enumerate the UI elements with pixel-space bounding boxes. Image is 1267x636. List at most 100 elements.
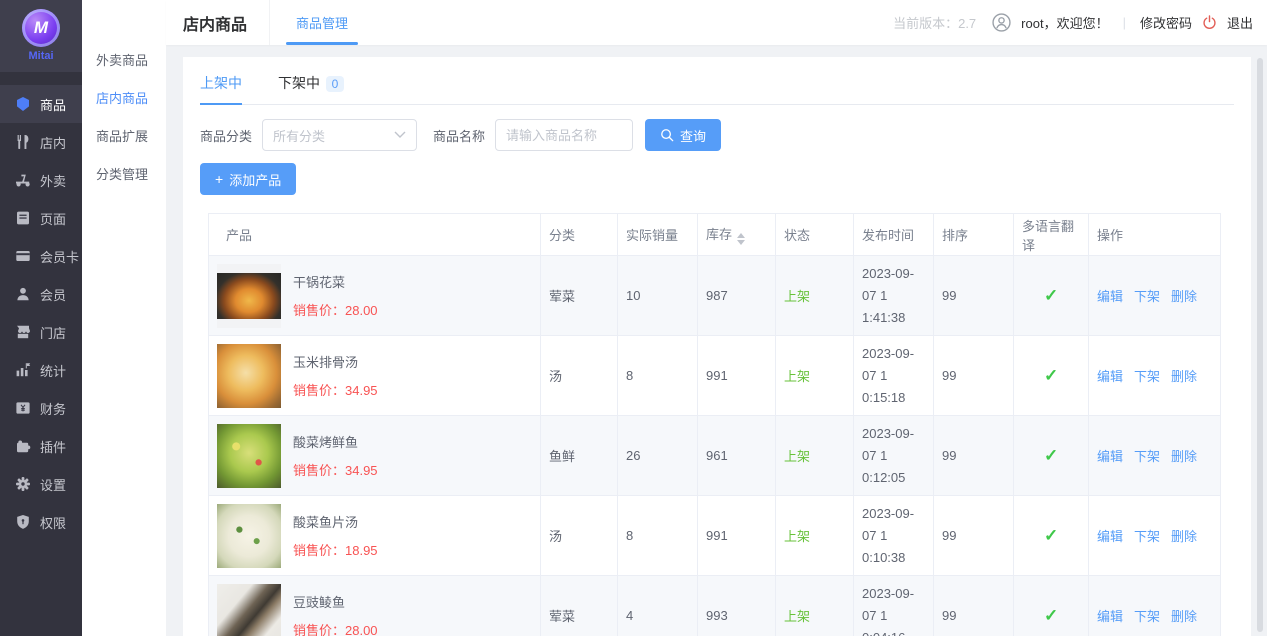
- chart-icon: [16, 363, 31, 377]
- primary-sidebar: M Mitai 商品 店内 外卖 页面 会员卡 会员 门店 统计 财务 插件 设…: [0, 0, 82, 636]
- cell-sort: 99: [933, 335, 1014, 416]
- sort-caret-icon[interactable]: [737, 233, 746, 245]
- cell-sort: 99: [933, 415, 1014, 496]
- take-down-link[interactable]: 下架: [1134, 369, 1160, 384]
- scooter-icon: [16, 174, 30, 187]
- sidebar-item-settings[interactable]: 设置: [0, 465, 82, 503]
- status-badge: 上架: [784, 529, 811, 544]
- sidebar-item-statistics[interactable]: 统计: [0, 351, 82, 389]
- product-name: 玉米排骨汤: [293, 355, 359, 370]
- edit-link[interactable]: 编辑: [1097, 449, 1123, 464]
- gear-icon: [16, 477, 30, 491]
- subnav-label: 商品扩展: [96, 128, 149, 144]
- sidebar-item-plugins[interactable]: 插件: [0, 427, 82, 465]
- vertical-scrollbar[interactable]: [1257, 58, 1263, 632]
- status-badge: 上架: [784, 369, 811, 384]
- edit-link[interactable]: 编辑: [1097, 369, 1123, 384]
- member-icon: [17, 287, 29, 301]
- product-name-input[interactable]: [495, 119, 634, 151]
- sidebar-item-products[interactable]: 商品: [0, 85, 82, 123]
- primary-menu: 商品 店内 外卖 页面 会员卡 会员 门店 统计 财务 插件 设置 权限: [0, 85, 82, 541]
- product-image: [217, 503, 281, 568]
- product-name: 干锅花菜: [293, 275, 346, 290]
- col-stock[interactable]: 库存: [697, 213, 776, 256]
- sidebar-item-label: 会员卡: [40, 249, 80, 265]
- tab-off-shelf[interactable]: 下架中 0: [278, 73, 344, 104]
- add-product-label: 添加产品: [229, 172, 282, 188]
- cell-sales: 4: [617, 575, 698, 636]
- table-row: 酸菜鱼片汤 销售价：18.95 汤 8 991 上架 2023-09-07 10…: [208, 495, 1221, 576]
- search-button[interactable]: 查询: [645, 119, 722, 151]
- delete-link[interactable]: 删除: [1171, 609, 1197, 624]
- logout-link[interactable]: 退出: [1227, 13, 1253, 32]
- sidebar-item-takeout[interactable]: 外卖: [0, 161, 82, 199]
- edit-link[interactable]: 编辑: [1097, 609, 1123, 624]
- take-down-link[interactable]: 下架: [1134, 449, 1160, 464]
- header-divider: |: [1122, 15, 1126, 30]
- delete-link[interactable]: 删除: [1171, 449, 1197, 464]
- sidebar-item-instore[interactable]: 店内: [0, 123, 82, 161]
- take-down-link[interactable]: 下架: [1134, 609, 1160, 624]
- subnav-takeout-products[interactable]: 外卖商品: [82, 40, 166, 78]
- sidebar-item-membercard[interactable]: 会员卡: [0, 237, 82, 275]
- cell-category: 汤: [540, 335, 618, 416]
- content-card: 上架中 下架中 0 商品分类 所有分类 商品名称 请输入商品名称 查询 + 添加…: [183, 57, 1251, 636]
- product-name: 酸菜烤鲜鱼: [293, 435, 359, 450]
- cell-stock: 993: [697, 575, 776, 636]
- subnav-instore-products[interactable]: 店内商品: [82, 78, 166, 116]
- col-translation: 多语言翻译: [1013, 213, 1089, 256]
- subnav-label: 店内商品: [96, 90, 149, 106]
- subnav-category-management[interactable]: 分类管理: [82, 154, 166, 192]
- product-price: 销售价：18.95: [293, 543, 378, 558]
- translated-check-icon: ✓: [1044, 605, 1059, 625]
- tab-product-management[interactable]: 商品管理: [286, 0, 359, 45]
- product-image: [217, 583, 281, 636]
- shield-icon: [17, 515, 29, 529]
- sidebar-item-label: 统计: [40, 363, 67, 379]
- add-product-button[interactable]: + 添加产品: [200, 163, 297, 195]
- sidebar-item-finance[interactable]: 财务: [0, 389, 82, 427]
- take-down-link[interactable]: 下架: [1134, 529, 1160, 544]
- main-area: 店内商品 商品管理 当前版本：2.7 root，欢迎您！ | 修改密码 退出 上…: [166, 0, 1267, 636]
- cell-actions: 编辑 下架 删除: [1088, 335, 1221, 416]
- welcome-text: root，欢迎您！: [1021, 16, 1109, 31]
- subnav-product-extension[interactable]: 商品扩展: [82, 116, 166, 154]
- product-price: 销售价：28.00: [293, 623, 378, 636]
- table-row: 豆豉鲮鱼 销售价：28.00 荤菜 4 993 上架 2023-09-07 10…: [208, 575, 1221, 636]
- cell-sales: 8: [617, 495, 698, 576]
- delete-link[interactable]: 删除: [1171, 369, 1197, 384]
- table-header-row: 产品 分类 实际销量 库存 状态 发布时间 排序 多语言翻译 操作: [208, 213, 1221, 256]
- take-down-link[interactable]: 下架: [1134, 289, 1160, 304]
- product-image: [217, 343, 281, 408]
- sidebar-item-permissions[interactable]: 权限: [0, 503, 82, 541]
- col-stock-label: 库存: [706, 227, 733, 242]
- app-window: M Mitai 商品 店内 外卖 页面 会员卡 会员 门店 统计 财务 插件 设…: [0, 0, 1267, 636]
- col-category: 分类: [540, 213, 618, 256]
- sidebar-item-pages[interactable]: 页面: [0, 199, 82, 237]
- product-image: [217, 263, 281, 328]
- tab-on-shelf[interactable]: 上架中: [200, 73, 242, 105]
- edit-link[interactable]: 编辑: [1097, 529, 1123, 544]
- product-image: [217, 423, 281, 488]
- subnav-label: 分类管理: [96, 166, 149, 182]
- cell-sales: 10: [617, 255, 698, 336]
- col-sort: 排序: [933, 213, 1014, 256]
- sidebar-item-stores[interactable]: 门店: [0, 313, 82, 351]
- version-label: 当前版本：2.7: [893, 16, 977, 31]
- brand-logo-icon: M: [22, 9, 60, 47]
- power-icon: [1202, 15, 1217, 30]
- delete-link[interactable]: 删除: [1171, 289, 1197, 304]
- change-password-link[interactable]: 修改密码: [1140, 13, 1192, 32]
- edit-link[interactable]: 编辑: [1097, 289, 1123, 304]
- document-icon: [17, 211, 29, 225]
- product-price: 销售价：34.95: [293, 463, 378, 478]
- top-header: 店内商品 商品管理 当前版本：2.7 root，欢迎您！ | 修改密码 退出: [166, 0, 1267, 45]
- category-select[interactable]: 所有分类: [262, 119, 418, 151]
- sidebar-item-members[interactable]: 会员: [0, 275, 82, 313]
- sidebar-item-label: 外卖: [40, 173, 67, 189]
- finance-icon: [16, 402, 30, 414]
- delete-link[interactable]: 删除: [1171, 529, 1197, 544]
- cell-publish-time: 2023-09-07 1 1:41:38: [853, 255, 934, 336]
- sidebar-item-label: 插件: [40, 439, 67, 455]
- brand-logo: M Mitai: [0, 0, 82, 72]
